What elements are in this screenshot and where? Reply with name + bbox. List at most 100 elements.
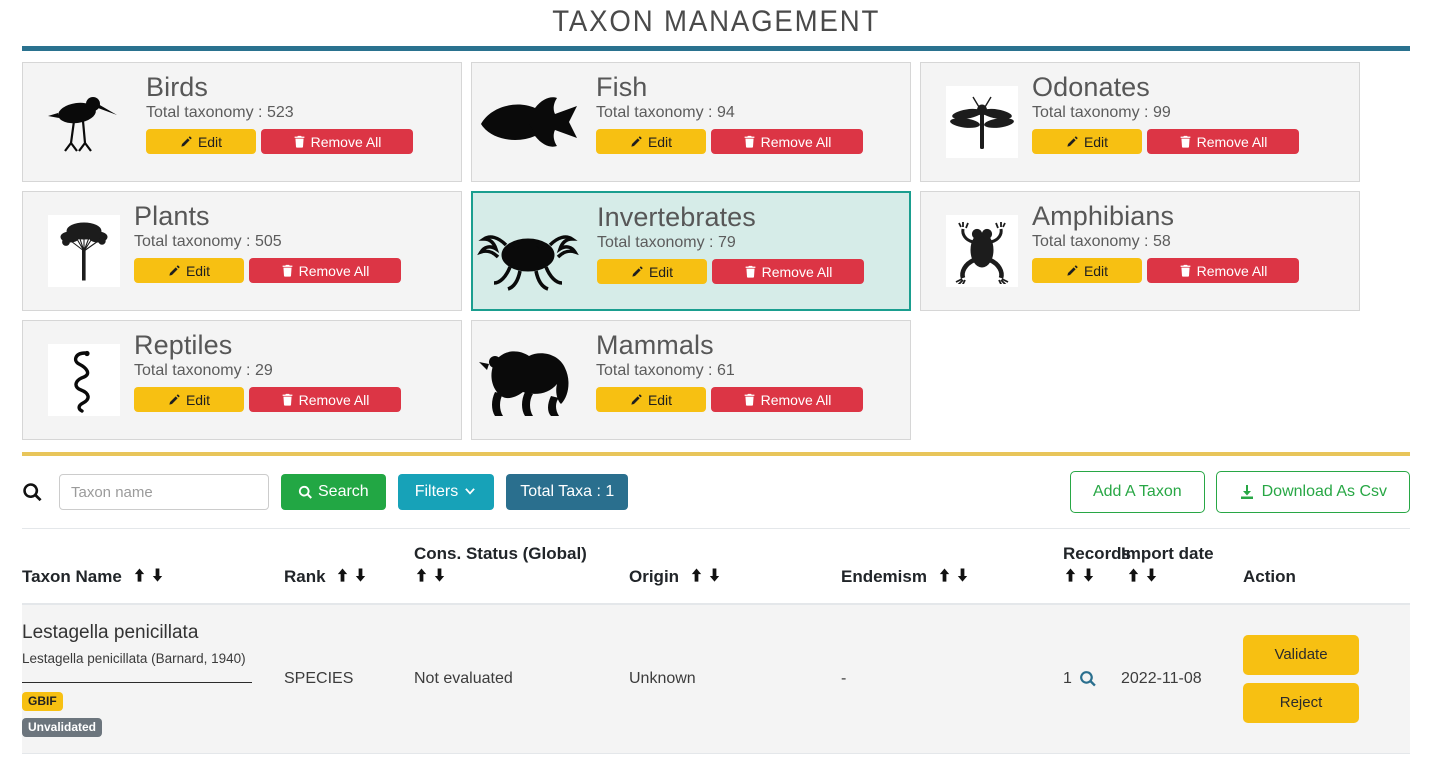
remove-all-button[interactable]: Remove All xyxy=(712,259,864,285)
column-label: Import date xyxy=(1121,544,1214,563)
column-header-rank[interactable]: Rank xyxy=(284,529,414,605)
cell-origin: Unknown xyxy=(629,603,841,754)
taxon-card-reptiles[interactable]: Reptiles Total taxonomy : 29 Edit Remove… xyxy=(22,320,462,440)
card-body: Plants Total taxonomy : 505 Edit Remove … xyxy=(120,192,461,310)
card-body: Birds Total taxonomy : 523 Edit Remove A… xyxy=(132,63,461,181)
fish-icon xyxy=(472,84,582,160)
card-body: Amphibians Total taxonomy : 58 Edit Remo… xyxy=(1018,192,1359,310)
edit-label: Edit xyxy=(1083,133,1109,150)
sort-arrows-import-date[interactable] xyxy=(1126,567,1159,583)
column-header-import-date[interactable]: Import date xyxy=(1121,529,1243,605)
filters-label: Filters xyxy=(414,483,459,500)
taxon-card-mammals[interactable]: Mammals Total taxonomy : 61 Edit Remove … xyxy=(471,320,911,440)
table-header-row: Taxon Name Rank Cons. Status (Global) Or… xyxy=(22,529,1410,605)
chevron-down-icon xyxy=(463,485,477,499)
dragonfly-icon xyxy=(946,86,1018,158)
validate-button[interactable]: Validate xyxy=(1243,634,1359,675)
column-label: Taxon Name xyxy=(22,566,122,586)
pencil-icon xyxy=(168,393,181,406)
sort-arrows-endemism[interactable] xyxy=(937,567,970,583)
download-csv-label: Download As Csv xyxy=(1261,483,1387,500)
records-count: 1 xyxy=(1063,669,1072,687)
remove-all-button[interactable]: Remove All xyxy=(249,258,401,284)
card-body: Fish Total taxonomy : 94 Edit Remove All xyxy=(582,63,910,181)
taxon-card-invertebrates[interactable]: Invertebrates Total taxonomy : 79 Edit R… xyxy=(471,191,911,311)
taxon-card-amphibians[interactable]: Amphibians Total taxonomy : 58 Edit Remo… xyxy=(920,191,1360,311)
edit-button[interactable]: Edit xyxy=(596,129,706,155)
search-icon[interactable] xyxy=(1079,670,1097,688)
taxon-divider xyxy=(22,681,252,683)
trash-icon xyxy=(281,264,294,277)
pencil-icon xyxy=(1066,135,1079,148)
cell-action: Validate Reject xyxy=(1243,603,1410,754)
card-title: Plants xyxy=(134,201,210,231)
edit-button[interactable]: Edit xyxy=(146,129,256,155)
edit-button[interactable]: Edit xyxy=(596,387,706,413)
gorilla-icon xyxy=(472,338,582,422)
column-header-taxon-name[interactable]: Taxon Name xyxy=(22,529,284,605)
sort-arrows-taxon-name[interactable] xyxy=(132,567,165,583)
status-badge: Unvalidated xyxy=(22,717,103,737)
filters-button[interactable]: Filters xyxy=(397,474,495,510)
edit-label: Edit xyxy=(1083,262,1109,279)
remove-all-button[interactable]: Remove All xyxy=(249,387,401,413)
edit-button[interactable]: Edit xyxy=(134,258,244,284)
page-header: TAXON MANAGEMENT xyxy=(0,0,1432,44)
column-header-endemism[interactable]: Endemism xyxy=(841,529,1063,605)
taxon-card-birds[interactable]: Birds Total taxonomy : 523 Edit Remove A… xyxy=(22,62,462,182)
frog-icon xyxy=(946,215,1018,287)
edit-button[interactable]: Edit xyxy=(1032,258,1142,284)
taxon-card-fish[interactable]: Fish Total taxonomy : 94 Edit Remove All xyxy=(471,62,911,182)
taxon-card-plants[interactable]: Plants Total taxonomy : 505 Edit Remove … xyxy=(22,191,462,311)
remove-all-button[interactable]: Remove All xyxy=(711,387,863,413)
search-icon xyxy=(298,485,313,500)
pencil-icon xyxy=(630,135,643,148)
sort-arrows-records[interactable] xyxy=(1063,567,1096,583)
column-header-records[interactable]: Records xyxy=(1063,529,1131,605)
reject-button[interactable]: Reject xyxy=(1243,682,1359,723)
cell-endemism: - xyxy=(841,603,1063,754)
trash-icon xyxy=(744,265,757,278)
table-row[interactable]: Lestagella penicillata Lestagella penici… xyxy=(22,603,1410,754)
column-header-cons-status[interactable]: Cons. Status (Global) xyxy=(414,529,629,605)
edit-button[interactable]: Edit xyxy=(134,387,244,413)
taxon-card-odonates[interactable]: Odonates Total taxonomy : 99 Edit Remove… xyxy=(920,62,1360,182)
card-total-taxonomy: Total taxonomy : 58 xyxy=(1032,233,1171,251)
trash-icon xyxy=(743,393,756,406)
add-a-taxon-button[interactable]: Add A Taxon xyxy=(1069,471,1205,513)
search-input[interactable] xyxy=(59,474,269,510)
edit-label: Edit xyxy=(648,263,674,280)
card-actions: Edit Remove All xyxy=(134,258,461,284)
edit-button[interactable]: Edit xyxy=(597,259,707,285)
taxa-table: Taxon Name Rank Cons. Status (Global) Or… xyxy=(22,528,1410,754)
sort-arrows-rank[interactable] xyxy=(335,567,368,583)
card-title: Reptiles xyxy=(134,330,233,360)
card-actions: Edit Remove All xyxy=(596,129,910,155)
column-label: Rank xyxy=(284,566,326,586)
sort-arrows-origin[interactable] xyxy=(689,567,722,583)
toolbar-left: Search Filters Total Taxa : 1 xyxy=(22,474,629,510)
pencil-icon xyxy=(180,135,193,148)
card-body: Reptiles Total taxonomy : 29 Edit Remove… xyxy=(120,321,461,439)
edit-label: Edit xyxy=(185,262,211,279)
search-button[interactable]: Search xyxy=(281,474,386,510)
edit-button[interactable]: Edit xyxy=(1032,129,1142,155)
remove-all-button[interactable]: Remove All xyxy=(1147,258,1299,284)
card-title: Invertebrates xyxy=(597,202,756,232)
taxon-name: Lestagella penicillata xyxy=(22,621,199,643)
remove-all-button[interactable]: Remove All xyxy=(261,129,413,155)
pencil-icon xyxy=(631,265,644,278)
column-label: Endemism xyxy=(841,566,927,586)
column-header-origin[interactable]: Origin xyxy=(629,529,841,605)
edit-label: Edit xyxy=(647,133,673,150)
download-csv-button[interactable]: Download As Csv xyxy=(1215,471,1410,513)
column-label: Origin xyxy=(629,566,680,586)
trash-icon xyxy=(281,393,294,406)
edit-label: Edit xyxy=(197,133,223,150)
column-label: Action xyxy=(1243,566,1296,586)
remove-all-button[interactable]: Remove All xyxy=(711,129,863,155)
remove-all-button[interactable]: Remove All xyxy=(1147,129,1299,155)
trash-icon xyxy=(743,135,756,148)
sort-arrows-cons-status[interactable] xyxy=(414,567,447,583)
card-actions: Edit Remove All xyxy=(1032,129,1359,155)
